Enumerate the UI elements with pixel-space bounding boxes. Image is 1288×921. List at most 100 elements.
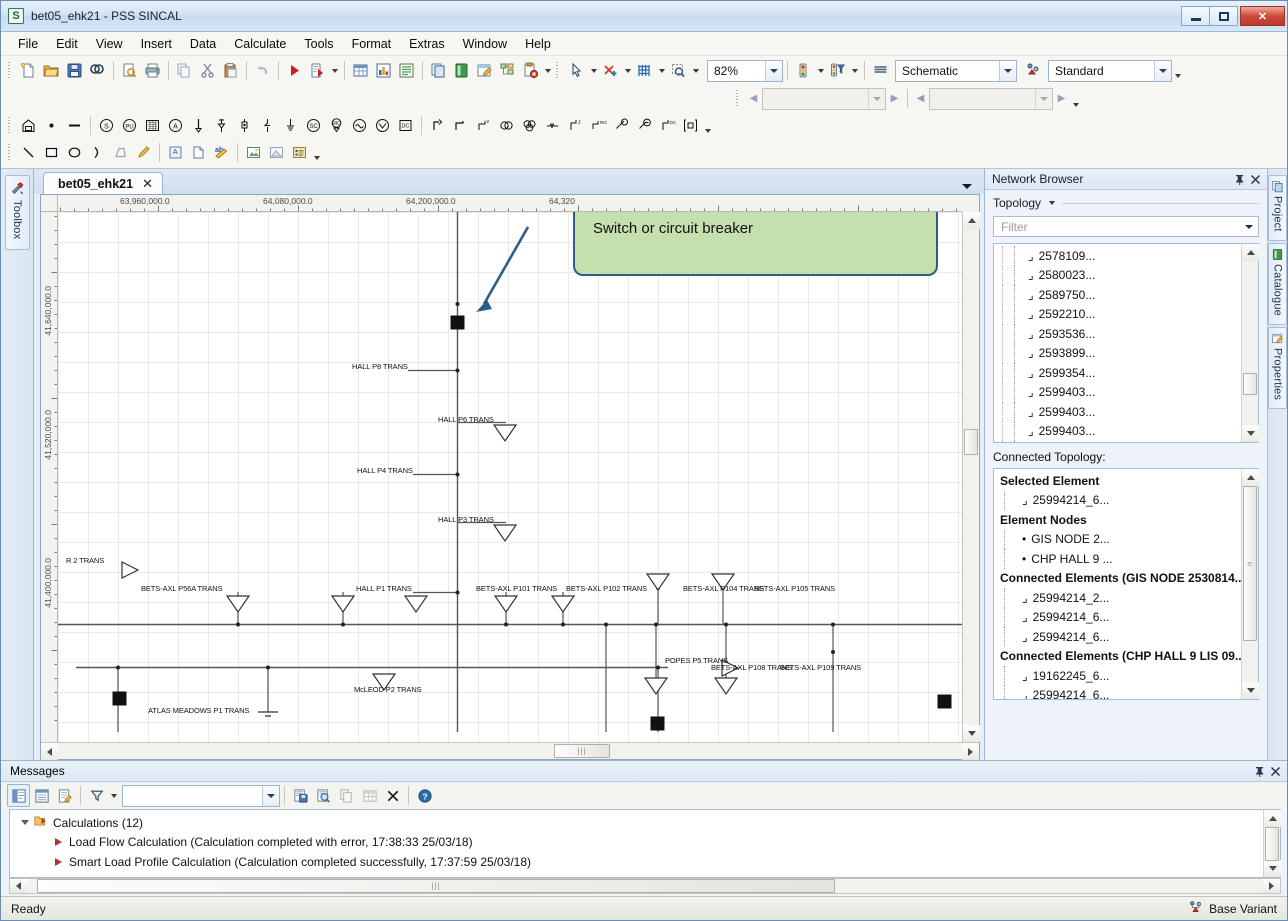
filter-dropdown-icon[interactable] [1245,225,1253,229]
zoom-region-button[interactable] [667,59,690,82]
network-tree-list[interactable]: ⌟2578109... ⌟2580023... ⌟2589750... ⌟259… [994,244,1241,442]
network-tree-box[interactable]: ⌟2578109... ⌟2580023... ⌟2589750... ⌟259… [993,243,1259,443]
element-toolbar-grip[interactable] [7,117,13,135]
grid-dropdown[interactable] [656,59,667,82]
ellipse-draw-icon[interactable] [63,141,86,164]
variant-dropdown-arrow[interactable] [1154,61,1171,81]
asynchronous-machine-icon[interactable]: A [164,114,187,137]
battery-icon[interactable] [233,114,256,137]
network-tree-scroll-thumb[interactable] [1243,373,1257,395]
nav-combo-1-dropdown-arrow[interactable] [868,89,885,109]
print-button[interactable] [141,59,164,82]
line-draw-icon[interactable] [17,141,40,164]
list-item[interactable]: ⌟25994214_6... [994,608,1241,628]
messages-vertical-scrollbar[interactable] [1263,810,1280,877]
list-view-button[interactable] [30,784,53,807]
toolbar-overflow-1[interactable] [1172,59,1183,82]
edit-note-button[interactable] [53,784,76,807]
view-selector-caret-icon[interactable] [1047,199,1056,208]
copy-messages-button[interactable] [335,784,358,807]
properties-rail-tab[interactable]: Properties [1268,327,1287,409]
dc-source-icon[interactable] [371,114,394,137]
nav-prev-1-button[interactable]: ◀ [745,88,762,110]
arc-draw-icon[interactable] [86,141,109,164]
close-button[interactable]: ✕ [1240,6,1285,26]
network-filter-input[interactable]: Filter [993,216,1259,237]
dc-element-icon[interactable]: DC [394,114,417,137]
connected-scroll-track[interactable]: ≡ [1242,486,1258,682]
nav-next-2-button[interactable]: ▶ [1053,88,1070,110]
canvas-vscroll-thumb[interactable] [964,429,978,455]
two-winding-transformer-icon[interactable] [495,114,518,137]
menu-edit[interactable]: Edit [47,34,87,54]
coupling-icon[interactable] [541,114,564,137]
traffic-filter-dropdown[interactable] [849,59,860,82]
menu-tools[interactable]: Tools [295,34,342,54]
messages-hscroll-thumb[interactable]: ||| [37,879,835,893]
list-button[interactable] [395,59,418,82]
view-mode-combo[interactable]: Schematic [895,60,1017,82]
duplicate-button[interactable] [427,59,450,82]
series-element-icon[interactable]: J [564,114,587,137]
menu-window[interactable]: Window [454,34,516,54]
filter-dropdown[interactable] [108,784,119,807]
toolbar-overflow-2[interactable] [1070,87,1081,110]
dot-node-icon[interactable] [40,114,63,137]
messages-horizontal-scrollbar[interactable]: ||| [9,878,1281,894]
messages-scroll-right[interactable] [1263,879,1280,893]
canvas-hscroll-track[interactable]: ||| [58,743,962,759]
canvas-scroll-down-button[interactable] [963,725,980,742]
delete-record-dropdown[interactable] [542,59,553,82]
help-button[interactable]: ? [413,784,436,807]
network-tree-scrollbar[interactable] [1241,244,1258,442]
network-tree-scroll-down[interactable] [1242,425,1259,442]
message-row[interactable]: Smart Load Profile Calculation (Calculat… [10,872,1263,877]
zoom-level-dropdown-arrow[interactable] [765,61,782,81]
message-row[interactable]: Smart Load Profile Calculation (Calculat… [10,852,1263,872]
menu-view[interactable]: View [87,34,132,54]
note-icon[interactable] [187,141,210,164]
edit-properties-button[interactable] [473,59,496,82]
project-rail-tab[interactable]: Project [1268,175,1287,241]
frame-icon[interactable] [679,114,702,137]
list-item[interactable]: ⌟2592210... [994,305,1241,325]
nav-combo-2[interactable] [929,88,1053,110]
traffic-light-button[interactable] [792,59,815,82]
details-view-button[interactable] [7,784,30,807]
messages-root-row[interactable]: Calculations (12) [10,813,1263,833]
messages-hscroll-track[interactable]: ||| [27,879,1263,893]
clear-messages-button[interactable] [381,784,404,807]
menu-extras[interactable]: Extras [400,34,453,54]
pu-element-icon[interactable]: PU [118,114,141,137]
canvas-scroll-left-button[interactable] [41,743,58,760]
document-tab-bet05-ehk21[interactable]: bet05_ehk21 ✕ [43,172,163,194]
toolbar-grip[interactable] [7,62,13,80]
list-item[interactable]: ⌟2589750... [994,285,1241,305]
pin-icon[interactable] [1231,171,1247,187]
schematic-canvas[interactable]: HALL P8 TRANS HALL P6 TRANS HALL P4 TRAN… [58,212,962,742]
v-element-icon[interactable]: v [472,114,495,137]
print-preview-button[interactable] [118,59,141,82]
zoom-region-dropdown[interactable] [690,59,701,82]
menu-insert[interactable]: Insert [132,34,181,54]
chart-button[interactable] [372,59,395,82]
network-browser-view-selector[interactable]: Topology [985,190,1267,214]
toolbox-rail-tab[interactable]: Toolbox [5,175,30,250]
grid-toggle-button[interactable] [633,59,656,82]
run-report-button[interactable] [306,59,329,82]
list-item[interactable]: ⌟25994214_6... [994,627,1241,647]
traffic-light-dropdown[interactable] [815,59,826,82]
nav-next-1-button[interactable]: ▶ [886,88,903,110]
pin-icon[interactable] [1251,763,1267,779]
save-messages-button[interactable] [289,784,312,807]
messages-filter-dropdown-arrow[interactable] [262,786,279,806]
breaker-icon[interactable] [426,114,449,137]
catalogue-rail-tab[interactable]: Catalogue [1268,243,1287,325]
run-report-dropdown[interactable] [329,59,340,82]
filter-button[interactable] [85,784,108,807]
dc-line-icon[interactable]: DC [656,114,679,137]
pointer-dropdown[interactable] [588,59,599,82]
nav-toolbar-grip[interactable] [735,90,741,108]
messages-body[interactable]: Calculations (12) Load Flow Calculation … [9,809,1281,878]
connected-topology-list[interactable]: Selected Element ⌟25994214_6... Element … [994,469,1241,699]
